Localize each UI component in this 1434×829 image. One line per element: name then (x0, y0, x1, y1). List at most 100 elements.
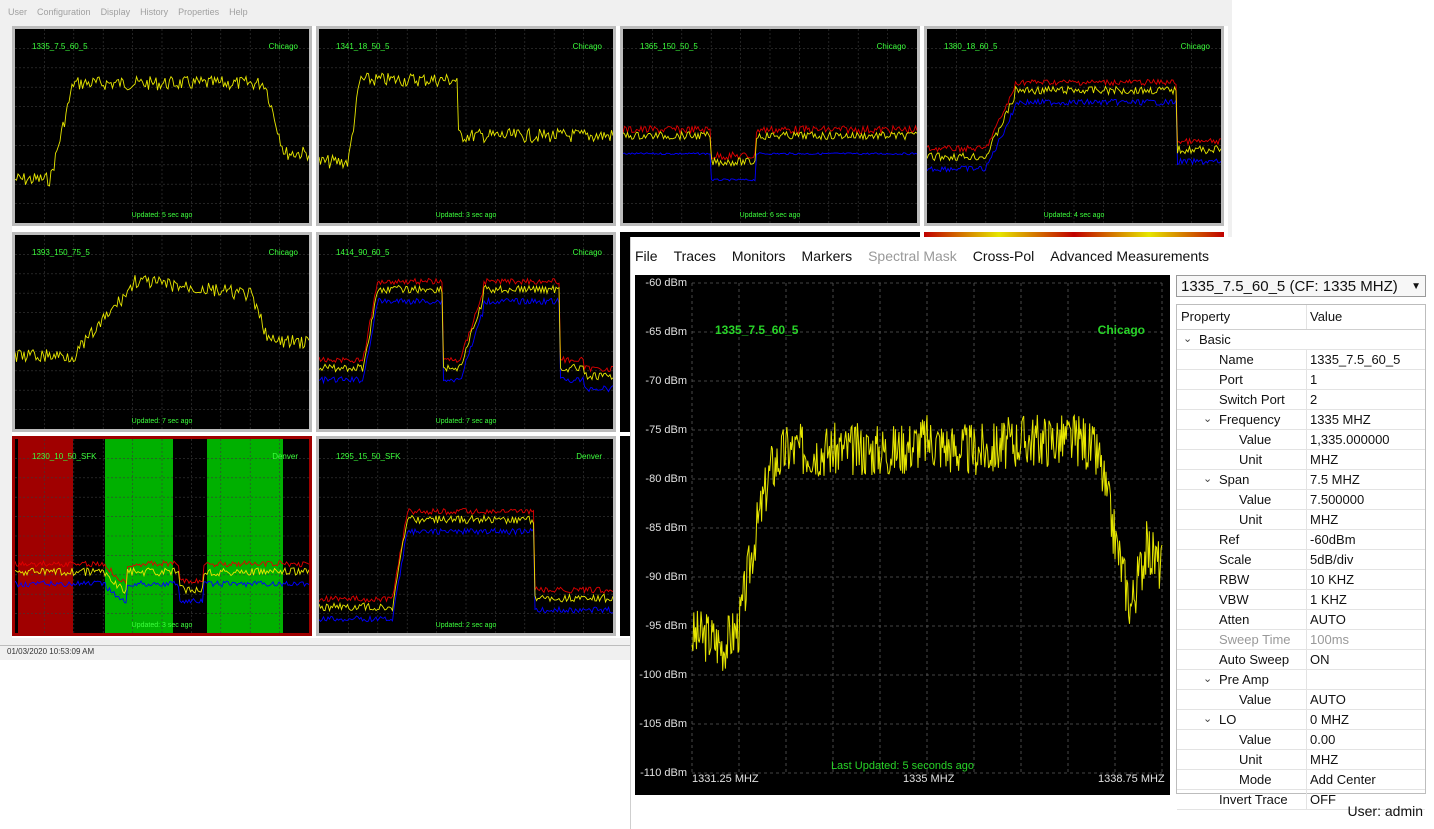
property-name: Sweep Time (1219, 632, 1291, 647)
property-name: Value (1239, 492, 1272, 507)
property-value[interactable]: 0 MHZ (1306, 710, 1349, 729)
property-row[interactable]: ⌄ Pre Amp (1177, 670, 1425, 690)
plot-location: Chicago (1097, 323, 1145, 337)
property-value[interactable]: 1335 MHZ (1306, 410, 1371, 429)
bg-menu-user[interactable]: User (8, 7, 27, 17)
tile-spectrum (319, 29, 613, 223)
property-value[interactable]: ON (1306, 650, 1330, 669)
property-row[interactable]: ⌄ Frequency 1335 MHZ (1177, 410, 1425, 430)
property-row[interactable]: Port 1 (1177, 370, 1425, 390)
property-value[interactable]: MHZ (1306, 750, 1338, 769)
property-value[interactable] (1306, 670, 1310, 689)
tile-location: Denver (272, 452, 298, 461)
property-row[interactable]: RBW 10 KHZ (1177, 570, 1425, 590)
bg-menu-configuration[interactable]: Configuration (37, 7, 91, 17)
property-name: Auto Sweep (1219, 652, 1290, 667)
property-row[interactable]: ⌄ Span 7.5 MHZ (1177, 470, 1425, 490)
monitor-tile[interactable]: 1335_7.5_60_5 Chicago Updated: 5 sec ago (12, 26, 312, 226)
property-row[interactable]: Value 0.00 (1177, 730, 1425, 750)
menu-cross-pol[interactable]: Cross-Pol (973, 248, 1034, 264)
tile-location: Chicago (572, 248, 602, 257)
chevron-down-icon[interactable]: ⌄ (1203, 410, 1212, 429)
property-row[interactable]: Auto Sweep ON (1177, 650, 1425, 670)
property-row[interactable]: Unit MHZ (1177, 750, 1425, 770)
property-row[interactable]: Scale 5dB/div (1177, 550, 1425, 570)
monitor-tile[interactable]: 1295_15_50_SFK Denver Updated: 2 sec ago (316, 436, 616, 636)
monitor-tile[interactable]: 1230_10_50_SFK Denver Updated: 3 sec ago (12, 436, 312, 636)
property-value[interactable]: 1,335.000000 (1306, 430, 1390, 449)
property-name: Name (1219, 352, 1254, 367)
property-row[interactable]: Unit MHZ (1177, 510, 1425, 530)
property-row[interactable]: Value 7.500000 (1177, 490, 1425, 510)
tile-location: Chicago (876, 42, 906, 51)
property-value[interactable]: OFF (1306, 790, 1336, 809)
chevron-down-icon[interactable]: ⌄ (1183, 330, 1192, 349)
property-row[interactable]: ⌄ LO 0 MHZ (1177, 710, 1425, 730)
property-value[interactable]: Add Center (1306, 770, 1376, 789)
property-value[interactable]: AUTO (1306, 690, 1346, 709)
property-value[interactable]: MHZ (1306, 510, 1338, 529)
property-value[interactable]: MHZ (1306, 450, 1338, 469)
menu-advanced-measurements[interactable]: Advanced Measurements (1050, 248, 1209, 264)
menu-monitors[interactable]: Monitors (732, 248, 786, 264)
bg-menu-history[interactable]: History (140, 7, 168, 17)
monitor-tile[interactable]: 1380_18_60_5 Chicago Updated: 4 sec ago (924, 26, 1224, 226)
y-tick-label: -80 dBm (645, 473, 687, 485)
property-name: Switch Port (1219, 392, 1285, 407)
property-value[interactable]: 2 (1306, 390, 1317, 409)
column-header-value: Value (1306, 305, 1342, 329)
trace-detail-window: File Traces Monitors Markers Spectral Ma… (630, 237, 1434, 829)
menu-traces[interactable]: Traces (674, 248, 716, 264)
bg-menu-properties[interactable]: Properties (178, 7, 219, 17)
property-value[interactable]: 100ms (1306, 630, 1349, 649)
property-value[interactable]: 0.00 (1306, 730, 1335, 749)
property-row[interactable]: Value 1,335.000000 (1177, 430, 1425, 450)
property-row[interactable]: VBW 1 KHZ (1177, 590, 1425, 610)
property-value[interactable]: 7.5 MHZ (1306, 470, 1360, 489)
status-user: User: admin (1347, 803, 1423, 819)
property-value[interactable]: 10 KHZ (1306, 570, 1354, 589)
x-tick-label: 1338.75 MHZ (1098, 773, 1165, 785)
property-name: Basic (1199, 332, 1231, 347)
property-name: Unit (1239, 452, 1263, 467)
property-row[interactable]: Name 1335_7.5_60_5 (1177, 350, 1425, 370)
chevron-down-icon[interactable]: ⌄ (1203, 710, 1212, 729)
tile-location: Denver (576, 452, 602, 461)
property-row[interactable]: Ref -60dBm (1177, 530, 1425, 550)
property-row[interactable]: Mode Add Center (1177, 770, 1425, 790)
device-select-dropdown[interactable]: 1335_7.5_60_5 (CF: 1335 MHZ) ▼ (1176, 275, 1426, 297)
property-row[interactable]: Sweep Time 100ms (1177, 630, 1425, 650)
property-value[interactable]: AUTO (1306, 610, 1346, 629)
bg-menu-display[interactable]: Display (101, 7, 131, 17)
property-name: Unit (1239, 752, 1263, 767)
property-value[interactable]: 1 KHZ (1306, 590, 1347, 609)
property-name: Unit (1239, 512, 1263, 527)
spectrum-plot[interactable]: -60 dBm -65 dBm -70 dBm -75 dBm -80 dBm -85 d… (635, 275, 1170, 795)
menu-file[interactable]: File (635, 248, 658, 264)
property-value[interactable]: 5dB/div (1306, 550, 1353, 569)
monitor-tile[interactable]: 1414_90_60_5 Chicago Updated: 7 sec ago (316, 232, 616, 432)
monitor-tile[interactable]: 1393_150_75_5 Chicago Updated: 7 sec ago (12, 232, 312, 432)
y-tick-label: -65 dBm (645, 326, 687, 338)
property-row[interactable]: Atten AUTO (1177, 610, 1425, 630)
tile-updated: Updated: 4 sec ago (1043, 212, 1105, 219)
chevron-down-icon[interactable]: ⌄ (1203, 670, 1212, 689)
property-grid[interactable]: Property Value ⌄ Basic Name 1335_7.5_60_5 Port… (1176, 304, 1426, 810)
property-value[interactable]: 7.500000 (1306, 490, 1364, 509)
property-name: Invert Trace (1219, 792, 1288, 807)
monitor-tile[interactable]: 1341_18_50_5 Chicago Updated: 3 sec ago (316, 26, 616, 226)
bg-status-timestamp: 01/03/2020 10:53:09 AM (0, 645, 647, 659)
property-value[interactable]: 1335_7.5_60_5 (1306, 350, 1400, 369)
menu-markers[interactable]: Markers (802, 248, 853, 264)
tile-spectrum (927, 29, 1221, 223)
bg-menu-help[interactable]: Help (229, 7, 248, 17)
property-row[interactable]: Value AUTO (1177, 690, 1425, 710)
chevron-down-icon[interactable]: ⌄ (1203, 470, 1212, 489)
property-row[interactable]: Switch Port 2 (1177, 390, 1425, 410)
x-tick-label: 1331.25 MHZ (692, 773, 759, 785)
monitor-tile[interactable]: 1365_150_50_5 Chicago Updated: 6 sec ago (620, 26, 920, 226)
property-row[interactable]: ⌄ Basic (1177, 330, 1425, 350)
property-value[interactable]: -60dBm (1306, 530, 1356, 549)
property-row[interactable]: Unit MHZ (1177, 450, 1425, 470)
property-value[interactable]: 1 (1306, 370, 1317, 389)
